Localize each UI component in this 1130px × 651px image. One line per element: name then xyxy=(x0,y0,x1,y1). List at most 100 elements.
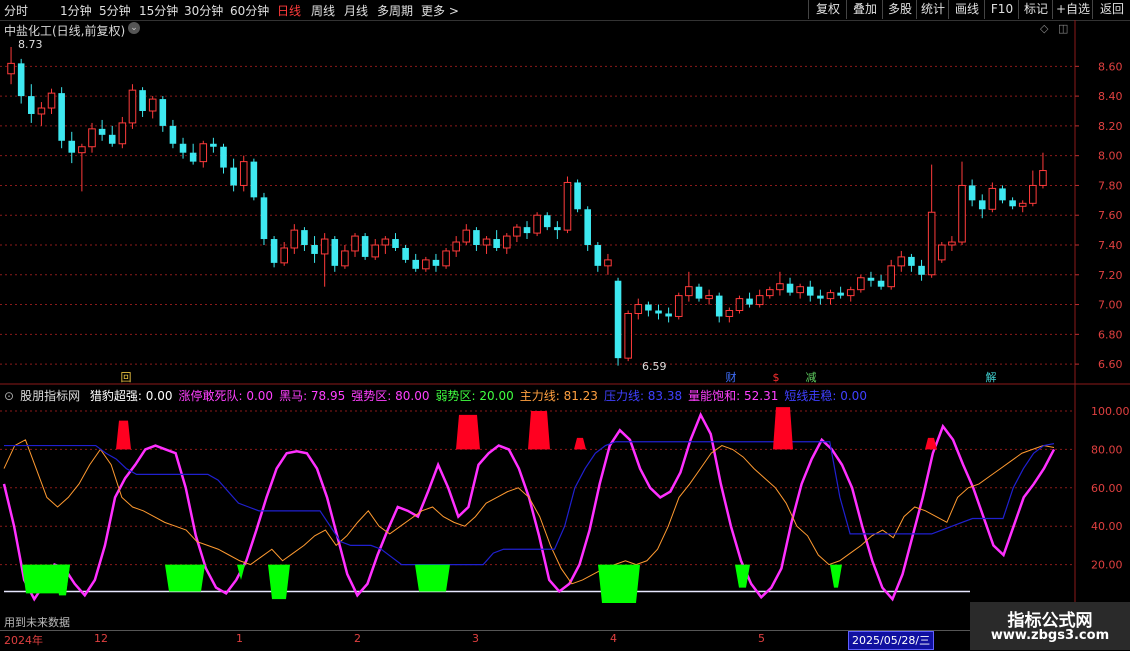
indicator-name[interactable]: 股朋指标网 xyxy=(20,389,80,403)
candle-body xyxy=(78,146,86,154)
stats-button[interactable]: 统计 xyxy=(916,0,949,19)
candle-body xyxy=(311,245,318,254)
candle-body xyxy=(674,295,683,317)
y-tick-label: 7.40 xyxy=(1098,239,1123,252)
candle-body xyxy=(543,215,551,228)
candle-body xyxy=(826,292,835,300)
y-tick-label: 8.00 xyxy=(1098,150,1123,163)
y-tick-label: 60.00 xyxy=(1091,482,1123,495)
candle-body xyxy=(462,229,471,243)
f10-button[interactable]: F10 xyxy=(984,0,1019,19)
period-tab[interactable]: 60分钟 xyxy=(230,2,269,19)
y-tick-label: 7.00 xyxy=(1098,299,1123,312)
candle-body xyxy=(341,250,349,267)
pressure-line xyxy=(4,441,1055,566)
candle-body xyxy=(1009,200,1016,207)
indicator-chart[interactable]: 100.00 80.00 60.00 40.00 20.00 xyxy=(0,385,1130,630)
candle-body xyxy=(442,250,450,267)
candle-body xyxy=(1039,170,1047,186)
weak-zone-fill xyxy=(830,564,842,588)
legend-item: 猎豹超强: 0.00 xyxy=(89,389,173,403)
candle-body xyxy=(28,96,35,114)
candle-body xyxy=(301,230,308,245)
candle-body xyxy=(978,200,986,210)
x-tick: 2 xyxy=(354,632,361,645)
back-button[interactable]: 返回 xyxy=(1092,0,1130,19)
candle-body xyxy=(523,227,531,234)
indicator-toggle-icon[interactable]: ⊙ xyxy=(4,389,14,403)
draw-button[interactable]: 画线 xyxy=(948,0,985,19)
legend-item: 主力线: 81.23 xyxy=(519,389,598,403)
candle-body xyxy=(270,239,278,263)
chevron-down-icon[interactable]: ⌄ xyxy=(128,22,140,34)
fuquan-button[interactable]: 复权 xyxy=(808,0,847,19)
overlay-button[interactable]: 叠加 xyxy=(846,0,883,19)
candle-body xyxy=(37,107,46,115)
mark-button[interactable]: 标记 xyxy=(1018,0,1053,19)
candle-body xyxy=(968,185,976,201)
window-icon[interactable]: ◫ xyxy=(1058,22,1068,35)
candle-body xyxy=(887,265,895,288)
period-tab[interactable]: 分时 xyxy=(4,2,28,19)
candle-body xyxy=(927,211,936,276)
candle-body xyxy=(786,283,794,293)
period-tab[interactable]: 多周期 xyxy=(377,2,413,19)
candle-body xyxy=(988,187,997,210)
candle-body xyxy=(159,99,167,126)
candle-body xyxy=(645,304,652,311)
legend-item: 压力线: 83.38 xyxy=(603,389,683,403)
candle-body xyxy=(169,125,177,144)
candle-body xyxy=(98,128,106,135)
add-watchlist-button[interactable]: +自选 xyxy=(1052,0,1093,19)
candle-body xyxy=(371,244,380,258)
period-tab[interactable]: 5分钟 xyxy=(99,2,131,19)
legend-item: 量能饱和: 52.31 xyxy=(688,389,779,403)
candle-body xyxy=(766,289,774,297)
y-tick-label: 8.60 xyxy=(1098,60,1123,73)
y-tick-label: 6.60 xyxy=(1098,358,1123,371)
candle-body xyxy=(402,247,409,260)
y-tick-label: 7.80 xyxy=(1098,179,1123,192)
candle-body xyxy=(877,280,885,287)
more-menu[interactable]: 更多 > xyxy=(421,2,459,19)
period-tab[interactable]: 30分钟 xyxy=(184,2,223,19)
candle-body xyxy=(584,209,591,245)
legend-item: 短线走稳: 0.00 xyxy=(784,389,867,403)
diamond-icon[interactable]: ◇ xyxy=(1040,22,1048,35)
candle-body xyxy=(452,241,460,252)
candle-body xyxy=(634,304,643,314)
candle-body xyxy=(320,238,329,255)
x-tick: 1 xyxy=(236,632,243,645)
multi-stock-button[interactable]: 多股 xyxy=(882,0,917,19)
candle-body xyxy=(118,122,127,145)
candle-body xyxy=(432,259,440,266)
legend-item: 涨停敢死队: 0.00 xyxy=(178,389,274,403)
candle-body xyxy=(381,238,390,246)
period-tab[interactable]: 15分钟 xyxy=(139,2,178,19)
period-tab[interactable]: 1分钟 xyxy=(60,2,92,19)
strong-zone-fill xyxy=(925,437,937,450)
candle-body xyxy=(108,134,116,144)
period-tab[interactable]: 周线 xyxy=(311,2,335,19)
candle-body xyxy=(47,92,56,109)
candle-body xyxy=(846,289,855,297)
candle-body xyxy=(918,265,925,275)
candle-body xyxy=(230,167,237,186)
candle-body xyxy=(574,182,581,210)
y-tick-label: 100.00 xyxy=(1091,405,1130,418)
candle-body xyxy=(604,259,612,267)
candle-body xyxy=(908,256,915,266)
candle-body xyxy=(897,256,906,267)
candle-body xyxy=(685,286,693,297)
y-tick-label: 80.00 xyxy=(1091,443,1123,456)
y-tick-label: 8.20 xyxy=(1098,120,1123,133)
candle-body xyxy=(533,214,541,234)
candle-body xyxy=(482,238,491,246)
period-tab[interactable]: 月线 xyxy=(344,2,368,19)
candle-body xyxy=(351,235,359,252)
price-chart[interactable]: 8.60 8.40 8.20 8.00 7.80 7.60 7.40 7.20 7.00 6.80… xyxy=(0,20,1130,385)
candle-body xyxy=(220,146,227,168)
candle-body xyxy=(948,241,956,246)
candle-body xyxy=(665,313,672,317)
period-tab-active[interactable]: 日线 xyxy=(277,2,301,19)
